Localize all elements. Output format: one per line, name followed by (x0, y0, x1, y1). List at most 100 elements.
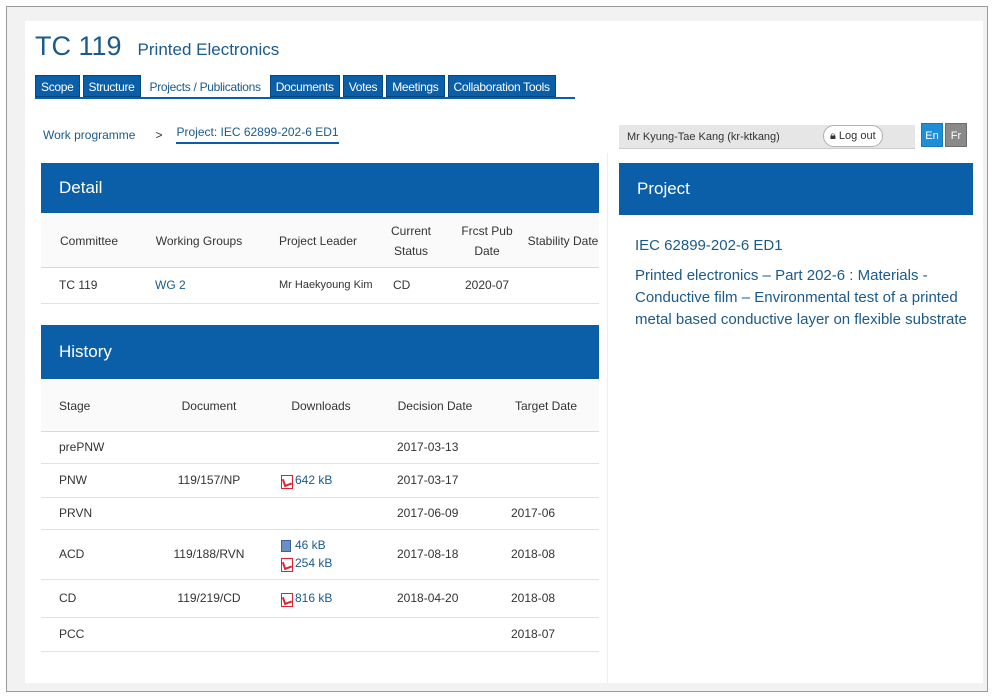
download-size: 816 kB (295, 591, 333, 605)
detail-title: Detail (59, 178, 103, 197)
download-link[interactable]: 816 kB (281, 591, 333, 607)
download-size: 46 kB (295, 538, 326, 552)
pdf-icon (281, 592, 293, 607)
detail-status: CD (375, 267, 447, 304)
breadcrumb: Work programme > Project: IEC 62899-202-… (43, 125, 339, 144)
breadcrumb-work-programme[interactable]: Work programme (43, 128, 135, 142)
history-row: PCC 2018-07 (41, 617, 599, 652)
detail-col-stability-date: Stability Date (527, 215, 599, 268)
project-id: IEC 62899-202-6 ED1 (635, 237, 783, 254)
history-col-downloads: Downloads (265, 381, 377, 432)
history-col-decision-date: Decision Date (377, 381, 493, 432)
history-downloads (265, 497, 377, 530)
detail-col-committee: Committee (41, 215, 137, 268)
detail-committee: TC 119 (41, 267, 137, 304)
logout-button[interactable]: 🔒︎ Log out (823, 125, 883, 147)
detail-working-group: WG 2 (137, 267, 261, 304)
detail-project-leader: Mr Haekyoung Kim (261, 267, 375, 304)
history-decision-date: 2017-08-18 (377, 529, 493, 580)
project-description: Printed electronics – Part 202-6 : Mater… (635, 267, 967, 328)
history-stage: PRVN (41, 497, 153, 530)
history-table: Stage Document Downloads Decision Date T… (41, 381, 599, 652)
breadcrumb-current-project[interactable]: Project: IEC 62899-202-6 ED1 (176, 125, 339, 144)
tab-projects-publications[interactable]: Projects / Publications (143, 75, 267, 97)
history-downloads (265, 617, 377, 652)
history-target-date (493, 431, 599, 464)
history-decision-date: 2017-03-17 (377, 463, 493, 498)
tab-votes[interactable]: Votes (342, 75, 384, 97)
history-document: 119/219/CD (153, 579, 265, 618)
detail-col-current-status: Current Status (375, 215, 447, 268)
logout-icon: 🔒︎ (830, 130, 836, 142)
history-decision-date: 2018-04-20 (377, 579, 493, 618)
history-downloads: 46 kB 254 kB (265, 529, 377, 580)
pdf-icon (281, 474, 293, 489)
committee-name: Printed Electronics (137, 40, 280, 59)
download-link[interactable]: 642 kB (281, 473, 333, 489)
language-fr-button[interactable]: Fr (945, 123, 967, 147)
history-downloads: 816 kB (265, 579, 377, 618)
history-row: PRVN 2017-06-09 2017-06 (41, 497, 599, 530)
history-target-date: 2018-08 (493, 579, 599, 618)
history-target-date: 2018-07 (493, 617, 599, 652)
detail-header: Detail (41, 163, 599, 213)
history-col-stage: Stage (41, 381, 153, 432)
history-stage: CD (41, 579, 153, 618)
page-frame: TC 119 Printed Electronics Scope Structu… (6, 6, 988, 692)
content-panel: TC 119 Printed Electronics Scope Structu… (25, 21, 983, 683)
history-target-date: 2017-06 (493, 497, 599, 530)
history-decision-date: 2017-03-13 (377, 431, 493, 464)
download-size: 254 kB (295, 556, 333, 570)
download-size: 642 kB (295, 473, 333, 487)
history-stage: PCC (41, 617, 153, 652)
history-row: CD 119/219/CD 816 kB 2018-04-20 2018-08 (41, 579, 599, 618)
history-downloads: 642 kB (265, 463, 377, 498)
detail-frcst-pub-date: 2020-07 (447, 267, 527, 304)
tab-scope[interactable]: Scope (35, 75, 80, 97)
logout-label: Log out (838, 130, 876, 142)
tab-meetings[interactable]: Meetings (386, 75, 445, 97)
download-link[interactable]: 46 kB (281, 536, 377, 554)
committee-title: TC 119 Printed Electronics (35, 31, 279, 61)
history-target-date: 2018-08 (493, 529, 599, 580)
history-stage: ACD (41, 529, 153, 580)
detail-col-frcst-pub-date: Frcst Pub Date (447, 215, 527, 268)
detail-row: TC 119 WG 2 Mr Haekyoung Kim CD 2020-07 (41, 267, 599, 304)
history-row: ACD 119/188/RVN 46 kB 254 kB 2017-08-18 … (41, 529, 599, 580)
detail-stability-date (527, 267, 599, 304)
history-downloads (265, 431, 377, 464)
history-header: History (41, 325, 599, 379)
tab-collaboration-tools[interactable]: Collaboration Tools (447, 75, 556, 97)
history-document (153, 617, 265, 652)
project-heading: Project (637, 179, 690, 198)
history-document: 119/188/RVN (153, 529, 265, 580)
history-row: PNW 119/157/NP 642 kB 2017-03-17 (41, 463, 599, 498)
history-stage: PNW (41, 463, 153, 498)
user-name: Mr Kyung-Tae Kang (kr-ktkang) (627, 130, 780, 143)
language-en-button[interactable]: En (921, 123, 943, 147)
detail-table: Committee Working Groups Project Leader … (41, 215, 599, 304)
breadcrumb-separator: > (155, 127, 163, 142)
history-row: prePNW 2017-03-13 (41, 431, 599, 464)
history-target-date (493, 463, 599, 498)
history-col-target-date: Target Date (493, 381, 599, 432)
history-title: History (59, 342, 112, 361)
history-document (153, 431, 265, 464)
committee-code: TC 119 (35, 31, 122, 61)
tab-documents[interactable]: Documents (269, 75, 340, 97)
pdf-icon (281, 557, 293, 572)
download-link[interactable]: 254 kB (281, 554, 377, 572)
history-decision-date (377, 617, 493, 652)
project-sidebar (607, 153, 983, 683)
history-document: 119/157/NP (153, 463, 265, 498)
working-group-link[interactable]: WG 2 (155, 278, 186, 292)
tab-underline (35, 97, 575, 99)
tab-bar: Scope Structure Projects / Publications … (35, 75, 559, 97)
project-header: Project (619, 163, 973, 215)
tab-structure[interactable]: Structure (82, 75, 141, 97)
history-document (153, 497, 265, 530)
history-decision-date: 2017-06-09 (377, 497, 493, 530)
document-icon (281, 539, 291, 552)
history-stage: prePNW (41, 431, 153, 464)
detail-col-project-leader: Project Leader (261, 215, 375, 268)
